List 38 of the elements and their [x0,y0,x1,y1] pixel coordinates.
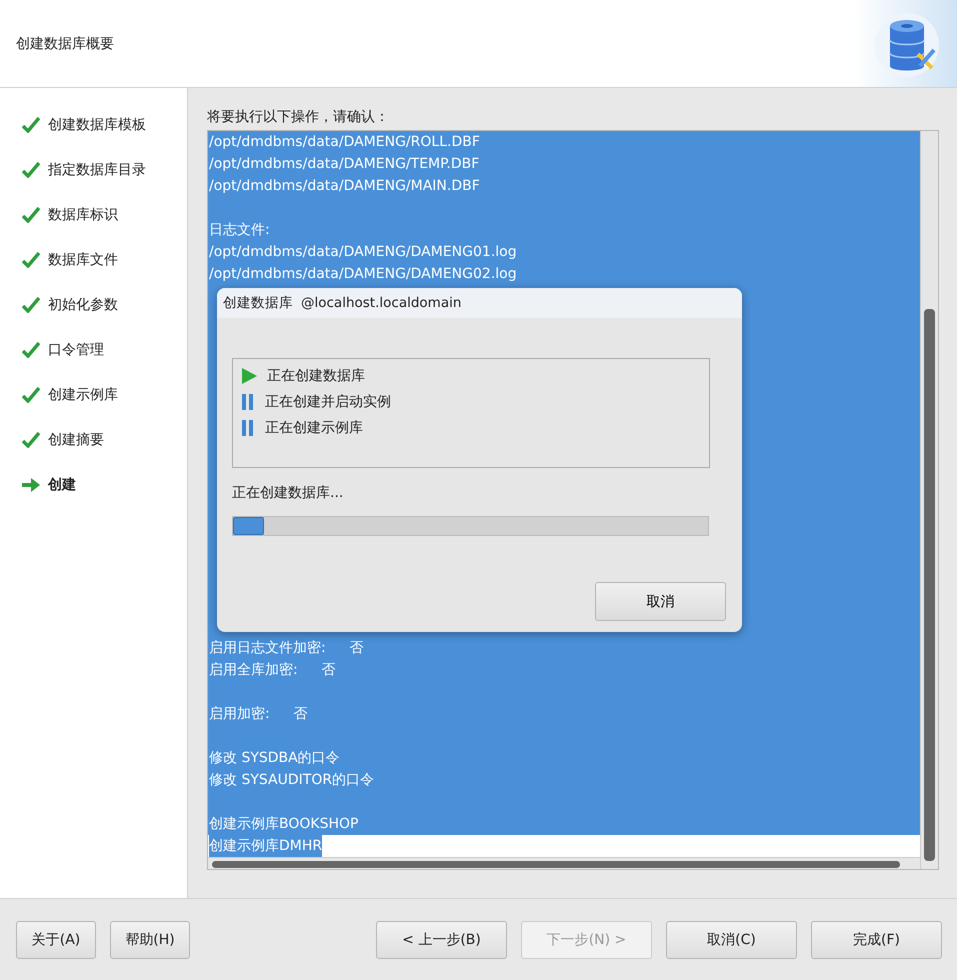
task-label: 正在创建示例库 [265,419,363,437]
dialog-host: @localhost.localdomain [301,295,462,311]
summary-line: /opt/dmdbms/data/DAMENG/DAMENG02.log [209,265,517,284]
task-label: 正在创建并启动实例 [265,393,391,411]
summary-line: /opt/dmdbms/data/DAMENG/ROLL.DBF [209,133,480,152]
summary-line: /opt/dmdbms/data/DAMENG/MAIN.DBF [209,177,480,196]
cancel-button[interactable]: 取消 [595,582,726,621]
wizard-button[interactable]: 完成(F) [811,920,942,958]
step-label: 创建数据库模板 [48,116,146,134]
step-label: 数据库标识 [48,206,118,224]
step-label: 数据库文件 [48,250,118,268]
summary-line: 修改 SYSDBA的口令 [209,749,340,768]
summary-line: 启用加密: [209,705,270,724]
wizard-button[interactable]: 帮助(H) [110,920,190,958]
window-title: 创建数据库概要 [16,34,114,52]
wizard-button[interactable]: 取消(C) [666,920,797,958]
summary-line: /opt/dmdbms/data/DAMENG/TEMP.DBF [209,155,480,174]
progress-status: 正在创建数据库... [232,484,344,502]
dialog-title: 创建数据库 [223,294,293,312]
wizard-button[interactable]: < 上一步(B) [376,920,507,958]
summary-line: 启用日志文件加密: [209,639,326,658]
step-label: 初始化参数 [48,296,118,314]
step-label: 创建示例库 [48,386,118,404]
step-label: 创建 [48,476,76,494]
summary-value: 否 [350,639,364,658]
summary-line: 修改 SYSAUDITOR的口令 [209,771,374,790]
step-label: 指定数据库目录 [48,160,146,178]
task-label: 正在创建数据库 [267,367,365,385]
step-label: 创建摘要 [48,430,104,448]
confirm-prompt: 将要执行以下操作，请确认： [207,108,390,127]
wizard-button[interactable]: 关于(A) [16,920,96,958]
summary-value: 否 [322,661,336,680]
summary-line: 创建示例库BOOKSHOP [209,815,358,834]
summary-line: 日志文件: [209,221,270,240]
summary-line: 启用全库加密: [209,661,298,680]
summary-line: /opt/dmdbms/data/DAMENG/DAMENG01.log [209,243,517,262]
summary-value: 否 [294,705,308,724]
step-label: 口令管理 [48,340,104,358]
